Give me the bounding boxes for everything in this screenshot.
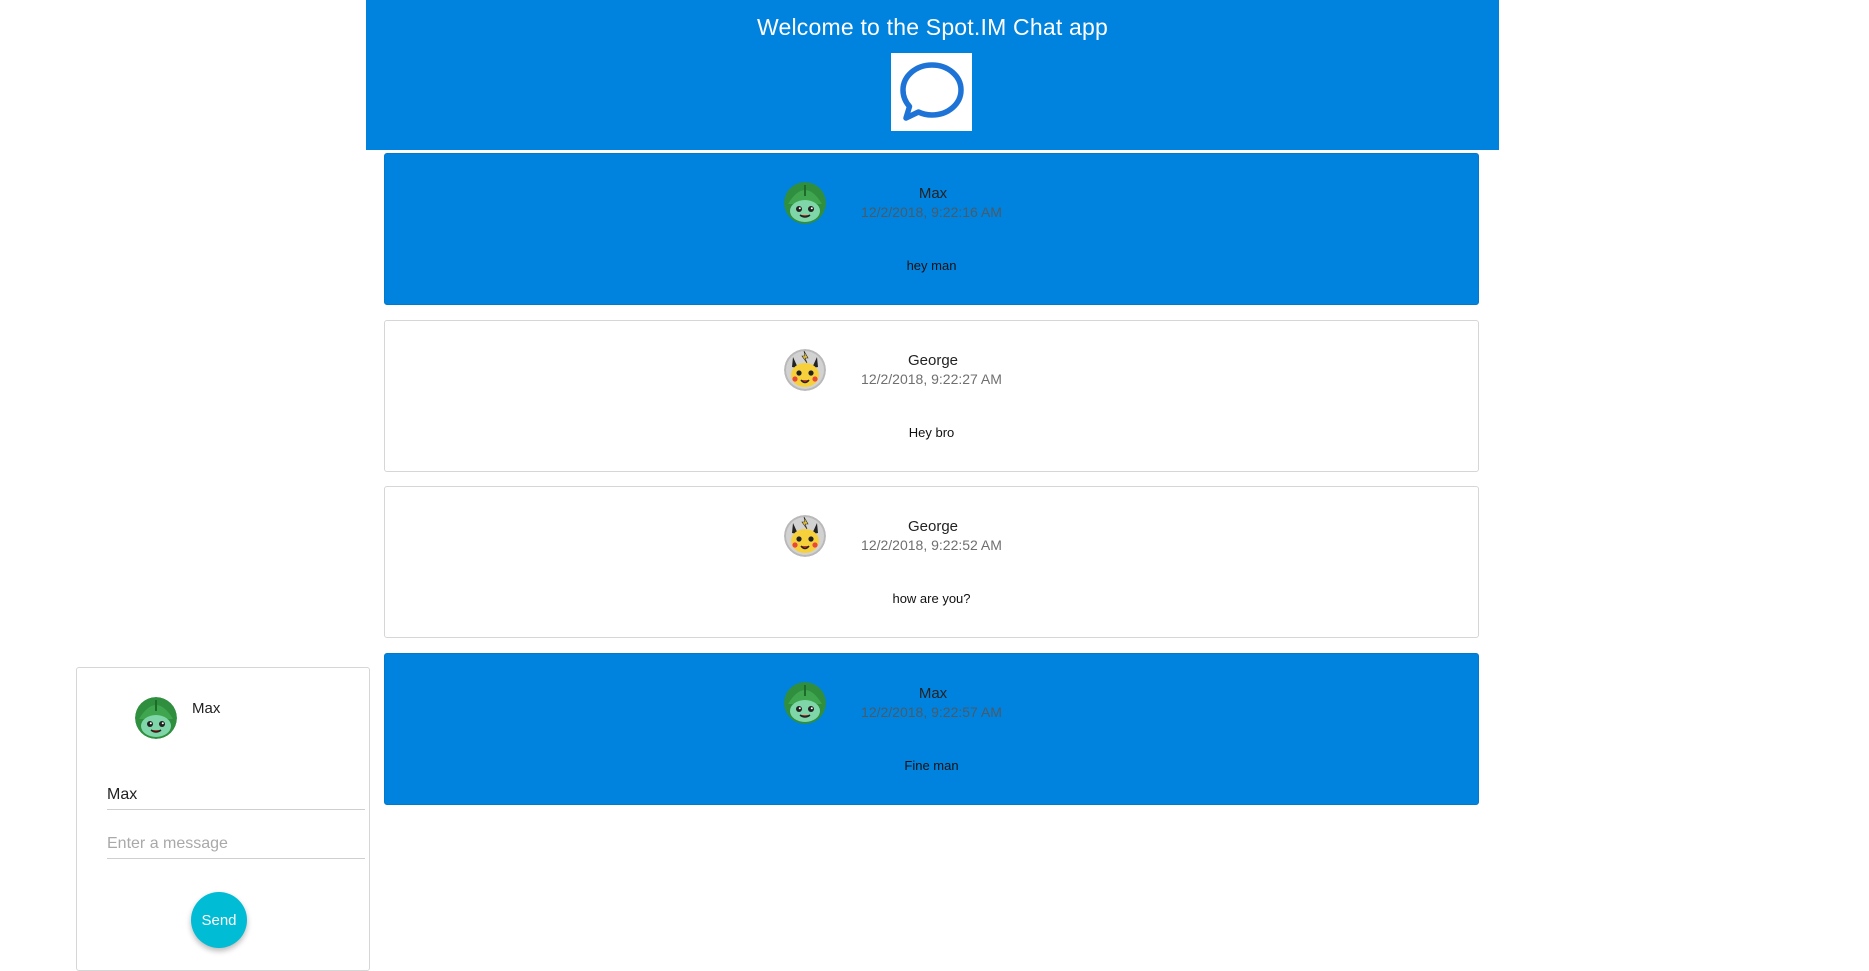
message-text: Fine man bbox=[904, 758, 959, 773]
name-input[interactable] bbox=[107, 780, 365, 810]
message-card: Max 12/2/2018, 9:22:57 AM Fine man bbox=[384, 653, 1479, 805]
message-input[interactable] bbox=[107, 829, 365, 859]
message-author: George bbox=[907, 352, 959, 369]
message-timestamp: 12/2/2018, 9:22:52 AM bbox=[861, 537, 1002, 553]
message-timestamp: 12/2/2018, 9:22:16 AM bbox=[861, 204, 1002, 220]
message-timestamp: 12/2/2018, 9:22:57 AM bbox=[861, 704, 1002, 720]
app-header: Welcome to the Spot.IM Chat app bbox=[366, 0, 1499, 150]
message-card: George 12/2/2018, 9:22:52 AM how are you… bbox=[384, 486, 1479, 638]
message-text: hey man bbox=[906, 258, 957, 273]
send-button[interactable]: Send bbox=[191, 892, 247, 948]
message-author: Max bbox=[918, 185, 948, 202]
page-title: Welcome to the Spot.IM Chat app bbox=[757, 14, 1108, 40]
message-card: George 12/2/2018, 9:22:27 AM Hey bro bbox=[384, 320, 1479, 472]
logo bbox=[891, 53, 972, 131]
current-username: Max bbox=[192, 700, 221, 717]
bulbasaur-avatar-icon bbox=[135, 697, 177, 739]
message-author: Max bbox=[918, 685, 948, 702]
message-author: George bbox=[907, 518, 959, 535]
message-timestamp: 12/2/2018, 9:22:27 AM bbox=[861, 371, 1002, 387]
message-card: Max 12/2/2018, 9:22:16 AM hey man bbox=[384, 153, 1479, 305]
compose-panel: Max Send bbox=[76, 667, 370, 971]
message-text: Hey bro bbox=[908, 425, 955, 440]
message-text: how are you? bbox=[892, 591, 971, 606]
chat-bubble-icon bbox=[899, 62, 964, 121]
